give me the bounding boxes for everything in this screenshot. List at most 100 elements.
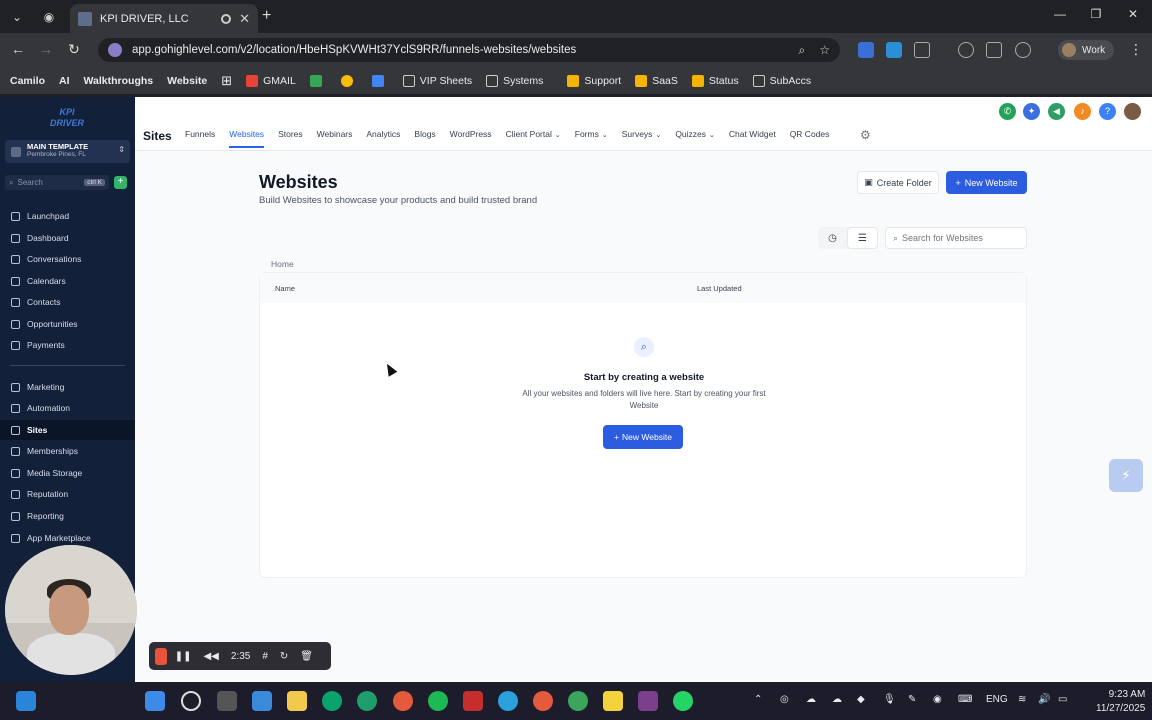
sidebar-item-sites[interactable]: Sites (0, 420, 135, 440)
trash-icon[interactable]: 🗑 (300, 651, 313, 662)
megaphone-icon[interactable]: ◀ (1048, 103, 1065, 120)
tab-stores[interactable]: Stores (278, 129, 303, 148)
sidebar-item-calendars[interactable]: Calendars (0, 271, 135, 291)
forward-button[interactable]: → (36, 41, 56, 57)
bell-icon[interactable]: ♪ (1074, 103, 1091, 120)
apps-grid-icon[interactable]: ⊞ (221, 73, 232, 89)
pause-icon[interactable]: ❚❚ (175, 651, 192, 662)
reload-button[interactable]: ↻ (64, 41, 84, 58)
create-folder-button[interactable]: ▣ Create Folder (857, 171, 939, 194)
tab-blogs[interactable]: Blogs (414, 129, 435, 148)
extension-1-icon[interactable] (858, 42, 874, 58)
sidebar-item-reporting[interactable]: Reporting (0, 506, 135, 526)
tab-analytics[interactable]: Analytics (366, 129, 400, 148)
bookmark-saas[interactable]: SaaS (635, 74, 678, 87)
tab-qr-codes[interactable]: QR Codes (790, 129, 830, 148)
help-icon[interactable]: ? (1099, 103, 1116, 120)
bookmark-item[interactable]: Walkthroughs (84, 75, 154, 87)
sidebar-item-contacts[interactable]: Contacts (0, 292, 135, 312)
sidebar-item-marketing[interactable]: Marketing (0, 377, 135, 397)
sidebar-item-automation[interactable]: Automation (0, 398, 135, 418)
tab-close-icon[interactable]: ✕ (239, 11, 250, 27)
passwords-icon[interactable] (958, 42, 974, 58)
tab-quizzes[interactable]: Quizzes ⌄ (675, 129, 715, 148)
sidebar-item-dashboard[interactable]: Dashboard (0, 228, 135, 248)
link-icon[interactable] (1015, 42, 1031, 58)
sidebar-item-conversations[interactable]: Conversations (0, 249, 135, 269)
cloud-icon[interactable]: ☁ (806, 694, 816, 705)
sidebar-item-payments[interactable]: Payments (0, 335, 135, 355)
widgets-icon[interactable] (16, 691, 36, 711)
account-switcher[interactable]: MAIN TEMPLATE Pembroke Pines, FL ⇕ (5, 140, 130, 163)
empty-new-website-button[interactable]: + New Website (603, 425, 683, 449)
pen-icon[interactable]: ✎ (908, 694, 916, 705)
sidebar-item-opportunities[interactable]: Opportunities (0, 314, 135, 334)
bookmark-status[interactable]: Status (691, 74, 739, 87)
tab-search-icon[interactable]: ⌄ (6, 6, 28, 28)
whatsapp-icon[interactable] (673, 691, 693, 711)
bookmark-systems[interactable]: Systems (486, 74, 543, 87)
tray-icon[interactable]: ◎ (780, 694, 789, 705)
onedrive-icon[interactable]: ☁ (832, 694, 842, 705)
task-view-icon[interactable] (217, 691, 237, 711)
tab-funnels[interactable]: Funnels (185, 129, 215, 148)
tab-websites[interactable]: Websites (229, 129, 265, 148)
browser-icon[interactable] (357, 691, 377, 711)
list-view-icon[interactable]: ☰ (847, 227, 878, 249)
battery-icon[interactable]: ▭ (1058, 694, 1067, 705)
minimize-button[interactable]: — (1050, 7, 1070, 21)
browser-tab[interactable]: KPI DRIVER, LLC ✕ (70, 4, 258, 33)
bookmark-item[interactable]: Camilo (10, 75, 45, 87)
bookmark-item[interactable]: AI (59, 75, 70, 87)
gear-icon[interactable]: ⚙ (860, 128, 874, 142)
tab-wordpress[interactable]: WordPress (450, 129, 492, 148)
column-last-updated[interactable]: Last Updated (697, 284, 742, 293)
tab-chat-widget[interactable]: Chat Widget (729, 129, 776, 148)
search-websites[interactable]: ⌕ (885, 227, 1027, 249)
sidebar-item-launchpad[interactable]: Launchpad (0, 206, 135, 226)
zoom-icon[interactable]: ⌕ (799, 43, 806, 58)
telegram-icon[interactable] (498, 691, 518, 711)
bookmark-vip-sheets[interactable]: VIP Sheets (402, 74, 472, 87)
payment-card-icon[interactable] (986, 42, 1002, 58)
chrome-icon[interactable] (393, 691, 413, 711)
sidebar-search[interactable]: ⌕ Search ctrl K (5, 175, 109, 190)
keyboard-icon[interactable]: ⌨ (958, 694, 972, 705)
location-icon[interactable]: ◉ (933, 694, 942, 705)
stop-recording-button[interactable] (155, 647, 167, 665)
phone-icon[interactable]: ✆ (999, 103, 1016, 120)
system-clock[interactable]: 9:23 AM 11/27/2025 (1096, 688, 1145, 716)
app-icon[interactable] (463, 691, 483, 711)
chrome-icon[interactable] (340, 74, 358, 87)
restore-button[interactable]: ❐ (1086, 7, 1106, 21)
tab-forms[interactable]: Forms ⌄ (575, 129, 608, 148)
spotify-icon[interactable] (428, 691, 448, 711)
bookmark-support[interactable]: Support (567, 74, 621, 87)
user-avatar[interactable] (1124, 103, 1141, 120)
tab-webinars[interactable]: Webinars (317, 129, 353, 148)
bookmark-star-icon[interactable]: ☆ (819, 43, 830, 57)
file-explorer-icon[interactable] (287, 691, 307, 711)
sticky-notes-icon[interactable] (603, 691, 623, 711)
calendar-icon[interactable] (371, 74, 389, 87)
tab-client-portal[interactable]: Client Portal ⌄ (506, 129, 561, 148)
clock-icon[interactable]: ◷ (818, 227, 847, 249)
search-websites-input[interactable] (902, 233, 1013, 243)
close-window-button[interactable]: ✕ (1123, 7, 1143, 21)
tab-surveys[interactable]: Surveys ⌄ (622, 129, 662, 148)
chevron-up-icon[interactable]: ⌃ (754, 694, 762, 705)
sidebar-item-memberships[interactable]: Memberships (0, 441, 135, 461)
wifi-icon[interactable]: ≋ (1018, 694, 1026, 705)
tray-app-icon[interactable]: ◆ (857, 694, 865, 705)
site-info-icon[interactable] (108, 43, 122, 57)
language-indicator[interactable]: ENG (986, 694, 1008, 705)
sidebar-item-reputation[interactable]: Reputation (0, 484, 135, 504)
volume-icon[interactable]: 🔊 (1038, 694, 1050, 705)
edge-icon[interactable] (322, 691, 342, 711)
microphone-icon[interactable]: 🎙 (883, 694, 896, 705)
drive-icon[interactable] (309, 74, 327, 87)
profile-button[interactable]: Work (1058, 40, 1114, 60)
browser-menu-icon[interactable]: ⋮ (1126, 41, 1146, 58)
column-name[interactable]: Name (275, 284, 295, 293)
windows-start-icon[interactable] (145, 691, 165, 711)
